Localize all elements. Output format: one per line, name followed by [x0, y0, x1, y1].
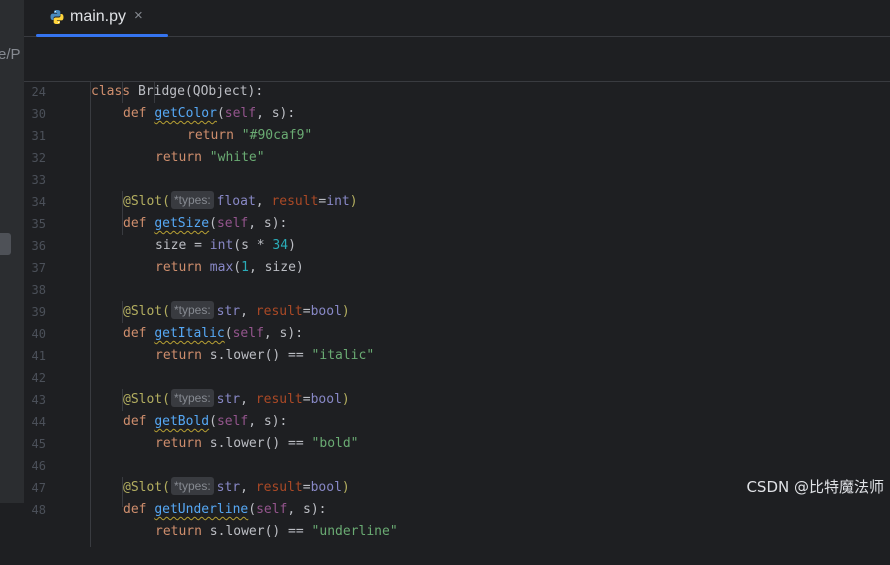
code-line[interactable]: 36 return max(1, size): [24, 213, 890, 275]
code-line[interactable]: 30 return "#90caf9": [24, 81, 890, 143]
code-line[interactable]: 44 return s.lower() == "bold": [24, 389, 890, 451]
code-line[interactable]: 39 def getItalic(self, s):: [24, 279, 890, 341]
tab-main-py[interactable]: main.py ×: [36, 0, 168, 37]
project-path-fragment: e/P: [0, 46, 21, 63]
python-icon: [50, 10, 64, 24]
panel-selection-marker[interactable]: [0, 233, 11, 255]
code-line[interactable]: 38 @Slot(*types: str, result=bool): [24, 257, 890, 319]
code-line[interactable]: 32: [24, 125, 890, 165]
code-line[interactable]: 35 size = int(s * 34): [24, 191, 890, 253]
code-editor[interactable]: 21 class Bridge(QObject): 24 def getColo…: [24, 37, 890, 547]
code-line[interactable]: 33 @Slot(*types: float, result=int): [24, 147, 890, 209]
code-line[interactable]: 40 return s.lower() == "italic": [24, 301, 890, 363]
code-line[interactable]: 45: [24, 411, 890, 451]
line-number: 48: [31, 503, 46, 517]
code-line[interactable]: 42 @Slot(*types: str, result=bool): [24, 345, 890, 407]
code-line[interactable]: 31 return "white": [24, 103, 890, 165]
code-line[interactable]: 47 def getUnderline(self, s):: [24, 455, 890, 517]
close-icon[interactable]: ×: [134, 7, 143, 24]
code-line[interactable]: 43 def getBold(self, s):: [24, 367, 890, 429]
code-line[interactable]: 46 @Slot(*types: str, result=bool): [24, 433, 890, 495]
code-line[interactable]: 34 def getSize(self, s):: [24, 169, 890, 231]
editor-tab-bar: main.py ×: [24, 0, 890, 37]
sticky-line[interactable]: 21 class Bridge(QObject):: [24, 37, 890, 99]
watermark: CSDN @比特魔法师: [746, 478, 884, 496]
code-text: return s.lower() == "underline": [155, 524, 398, 539]
project-panel-edge: e/P: [0, 0, 24, 503]
sticky-line[interactable]: 24 def getColor(self, s):: [24, 59, 890, 121]
code-line[interactable]: 41: [24, 323, 890, 363]
code-line[interactable]: 37: [24, 235, 890, 275]
tab-filename: main.py: [70, 8, 127, 25]
code-text: def getUnderline(self, s):: [123, 502, 327, 517]
